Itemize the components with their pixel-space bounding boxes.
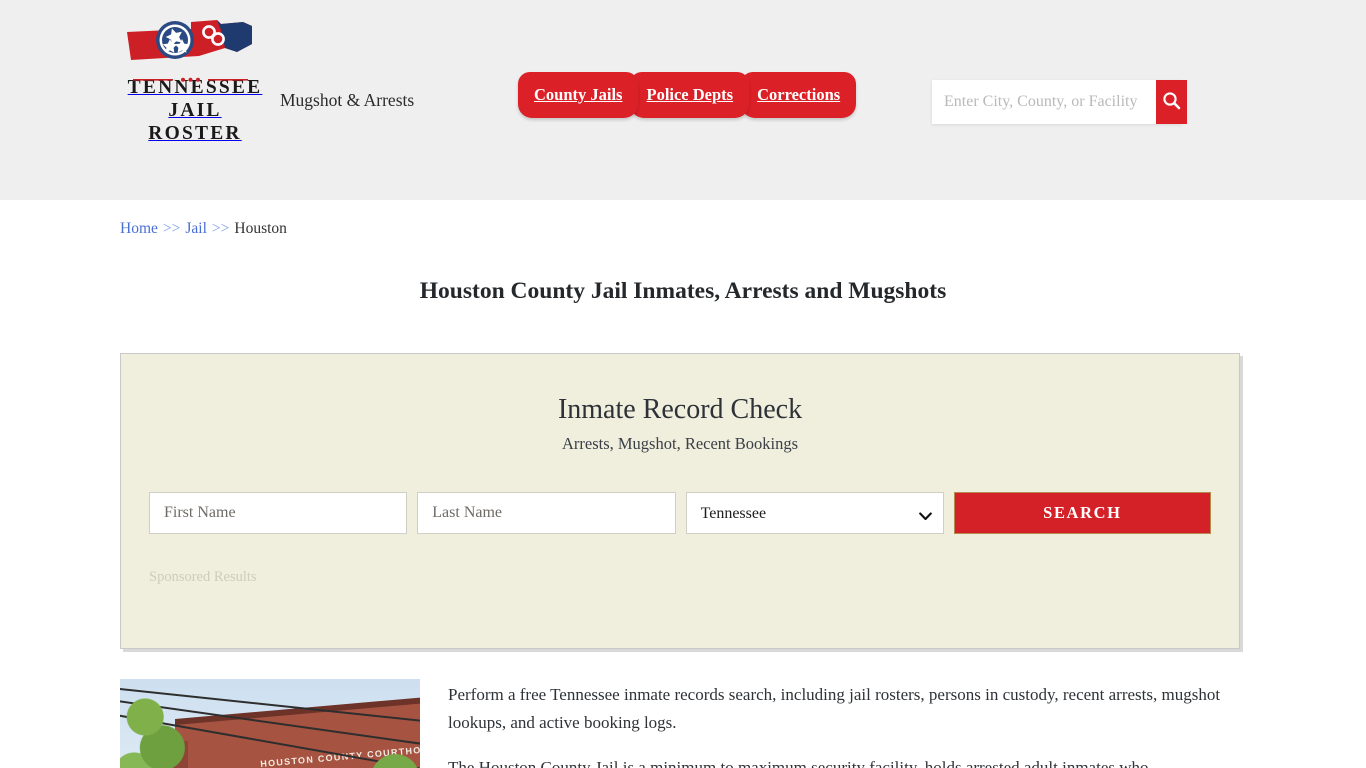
first-name-input[interactable]	[149, 492, 408, 534]
breadcrumb: Home >> Jail >> Houston	[120, 200, 1246, 238]
article-body: Perform a free Tennessee inmate records …	[448, 679, 1246, 768]
tree-right	[360, 745, 420, 768]
logo-line-2: JAIL ROSTER	[148, 99, 242, 144]
article-section: HOUSTON COUNTY COURTHOUSE Perform a free…	[120, 679, 1246, 768]
site-tagline: Mugshot & Arrests	[280, 90, 415, 110]
main-navigation: County Jails Police Depts Corrections	[518, 72, 857, 118]
nav-item-corrections[interactable]: Corrections	[741, 72, 857, 118]
inmate-search-form: Tennessee SEARCH	[149, 492, 1211, 534]
nav-item-county-jails[interactable]: County Jails	[518, 72, 639, 118]
panel-subtitle: Arrests, Mugshot, Recent Bookings	[561, 434, 799, 453]
breadcrumb-current: Houston	[234, 220, 287, 237]
state-select[interactable]: Tennessee	[685, 492, 944, 534]
header-inner: TENNESSEE JAIL ROSTER Mugshot & Arrests …	[120, 0, 1246, 200]
panel-title: Inmate Record Check	[557, 394, 803, 425]
state-select-wrapper: Tennessee	[685, 492, 944, 534]
breadcrumb-jail[interactable]: Jail	[185, 220, 207, 237]
main-content: Home >> Jail >> Houston Houston County Jail …	[120, 200, 1246, 768]
nav-item-police-depts[interactable]: Police Depts	[630, 72, 750, 118]
breadcrumb-separator-1: >>	[162, 220, 181, 237]
search-input[interactable]	[932, 80, 1156, 124]
site-header: TENNESSEE JAIL ROSTER Mugshot & Arrests …	[0, 0, 1366, 200]
site-logo[interactable]: TENNESSEE JAIL ROSTER	[125, 18, 265, 144]
article-paragraph-1: Perform a free Tennessee inmate records …	[448, 685, 1221, 732]
logo-divider	[133, 70, 248, 82]
article-paragraph-2: The Houston County Jail is a minimum to …	[448, 758, 1149, 768]
search-submit-button[interactable]	[1156, 80, 1187, 124]
search-icon	[1162, 91, 1181, 113]
sponsored-results-label: Sponsored Results	[149, 569, 257, 585]
inmate-record-check-panel: Inmate Record Check Arrests, Mugshot, Re…	[120, 353, 1240, 649]
courthouse-image: HOUSTON COUNTY COURTHOUSE	[120, 679, 420, 768]
inmate-search-button[interactable]: SEARCH	[953, 492, 1211, 534]
header-search	[932, 80, 1187, 124]
breadcrumb-home[interactable]: Home	[120, 220, 158, 237]
logo-wordmark: TENNESSEE JAIL ROSTER	[125, 76, 265, 145]
breadcrumb-separator-2: >>	[211, 220, 230, 237]
last-name-input[interactable]	[417, 492, 676, 534]
page-title: Houston County Jail Inmates, Arrests and…	[419, 278, 947, 304]
tree-left	[120, 679, 192, 768]
